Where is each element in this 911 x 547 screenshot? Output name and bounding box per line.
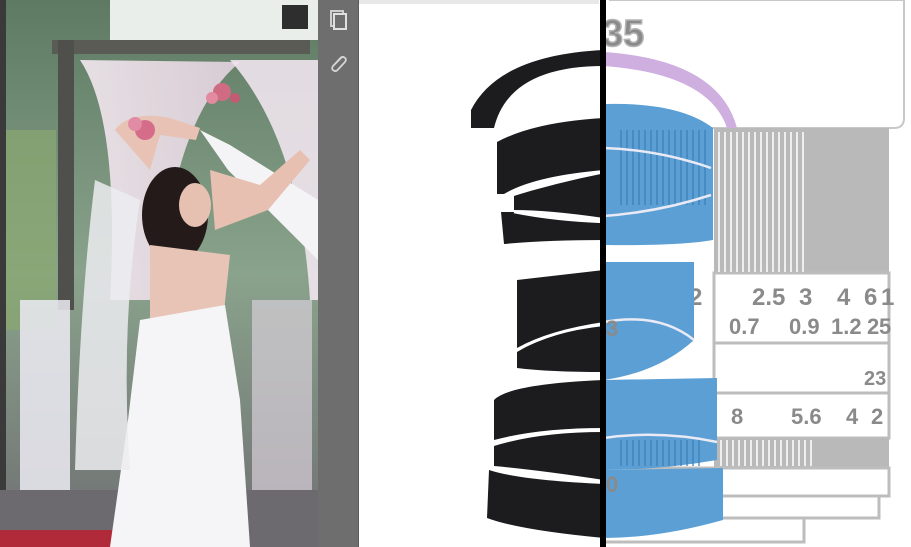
fstop-mark: 8	[731, 404, 743, 429]
aperture-scale-row: 2 2.5 3 4 6 1	[689, 284, 894, 311]
aperture-mark: 2.5	[752, 284, 785, 311]
distance-mark: 5	[879, 314, 891, 339]
fstop-mark: 4	[846, 404, 859, 429]
side-toolbar	[318, 0, 359, 547]
distance-mark: 2	[867, 314, 879, 339]
aperture-mark: 6	[864, 284, 877, 311]
dof-mark: 23	[864, 368, 886, 390]
ring-marker: 0	[606, 472, 618, 497]
aperture-mark: 4	[837, 284, 851, 311]
aperture-mark: 1	[881, 284, 894, 311]
distance-mark: 0.7	[729, 314, 760, 339]
center-divider	[600, 0, 606, 547]
aperture-mark: 3	[799, 284, 812, 311]
focus-grip-top	[718, 132, 804, 272]
fstop-mark: 5.6	[791, 404, 822, 429]
distance-mark: 1.2	[831, 314, 862, 339]
distance-scale-row: 0.7 0.9 1.2 2 5	[729, 314, 891, 339]
fstop-mark: 2	[871, 404, 883, 429]
lens-diagram: 35 2 2.5 3 4 6 1 0.7 0.9 1.2 2 5 23 8 5.…	[471, 0, 905, 547]
lens-elements-black	[471, 50, 604, 538]
focal-length-label: 35	[602, 13, 644, 55]
paperclip-icon[interactable]	[324, 50, 352, 78]
document-canvas: 35 2 2.5 3 4 6 1 0.7 0.9 1.2 2 5 23 8 5.…	[359, 0, 911, 547]
copy-pages-icon[interactable]	[324, 6, 352, 34]
wedding-photo	[0, 0, 318, 547]
ring-marker: 3	[606, 316, 618, 341]
lens-element	[471, 50, 604, 128]
distance-mark: 0.9	[789, 314, 820, 339]
